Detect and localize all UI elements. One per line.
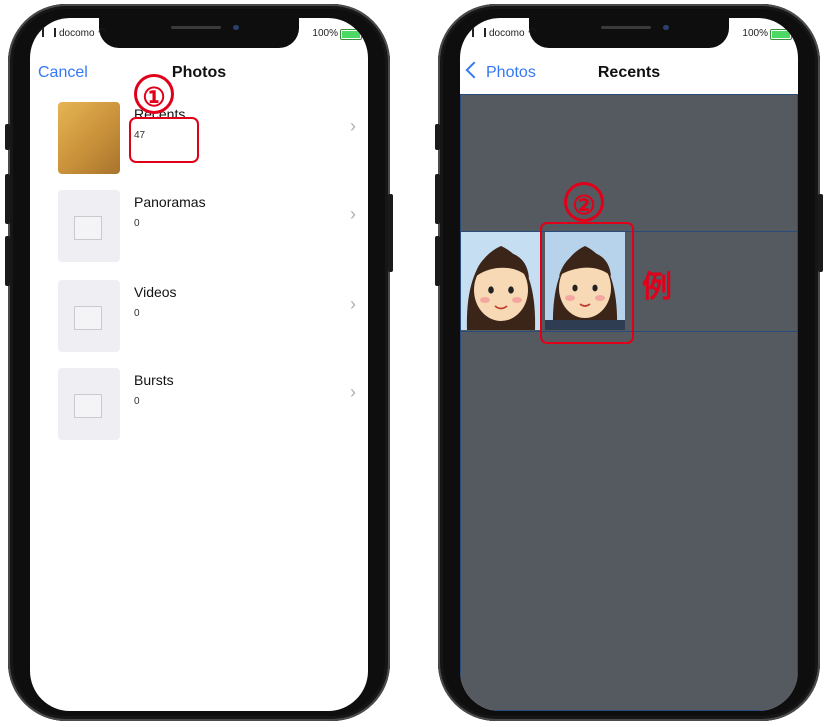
- status-bar: docomo ◠ 100%: [460, 27, 798, 46]
- album-name: Panoramas: [134, 194, 206, 210]
- power-button: [388, 194, 393, 272]
- navigation-bar: Photos Recents: [460, 58, 798, 94]
- album-row-recents[interactable]: Recents 47 ›: [58, 102, 356, 174]
- album-name: Bursts: [134, 372, 174, 388]
- mute-switch: [5, 124, 10, 150]
- step-marker-1: ①: [134, 74, 174, 114]
- example-label: 例: [642, 271, 672, 304]
- carrier-label: docomo: [489, 28, 525, 39]
- phone-left: docomo ◠ 100% Cancel Photos Recents 47 ›…: [5, 4, 393, 721]
- battery-percent: 100%: [742, 28, 768, 39]
- carrier-label: docomo: [59, 28, 95, 39]
- volume-up-button: [5, 174, 10, 224]
- album-count: 0: [134, 396, 140, 407]
- photo-thumbnail[interactable]: [461, 232, 541, 330]
- battery-icon: [770, 29, 792, 40]
- photo-grid: [460, 94, 798, 711]
- battery-percent: 100%: [312, 28, 338, 39]
- wifi-icon: ◠: [98, 27, 107, 38]
- screen-album-list: docomo ◠ 100% Cancel Photos Recents 47 ›…: [30, 18, 368, 711]
- album-placeholder-icon: [70, 390, 102, 418]
- album-row-videos[interactable]: Videos 0 ›: [58, 280, 356, 352]
- album-thumbnail: [58, 280, 120, 352]
- volume-up-button: [435, 174, 440, 224]
- album-count: 0: [134, 218, 140, 229]
- album-thumbnail: [58, 368, 120, 440]
- album-count: 0: [134, 308, 140, 319]
- mute-switch: [435, 124, 440, 150]
- selected-photo-highlight-box: [540, 222, 634, 344]
- signal-icon: [472, 28, 486, 37]
- album-placeholder-icon: [70, 302, 102, 330]
- back-button-label: Photos: [486, 64, 536, 81]
- power-button: [818, 194, 823, 272]
- volume-down-button: [435, 236, 440, 286]
- album-name: Videos: [134, 284, 177, 300]
- chevron-right-icon: ›: [350, 204, 356, 224]
- chevron-right-icon: ›: [350, 382, 356, 402]
- album-placeholder-icon: [70, 212, 102, 240]
- volume-down-button: [5, 236, 10, 286]
- album-row-panoramas[interactable]: Panoramas 0 ›: [58, 190, 356, 262]
- wifi-icon: ◠: [528, 27, 537, 38]
- navigation-bar: Cancel Photos: [30, 58, 368, 94]
- chevron-right-icon: ›: [350, 294, 356, 314]
- status-bar: docomo ◠ 100%: [30, 27, 368, 46]
- recents-highlight-box: [129, 117, 199, 163]
- chevron-left-icon: [465, 61, 483, 79]
- chevron-right-icon: ›: [350, 116, 356, 136]
- battery-icon: [340, 29, 362, 40]
- phone-right: docomo ◠ 100% Photos Recents ② 例: [435, 4, 823, 721]
- signal-icon: [42, 28, 56, 37]
- album-thumbnail: [58, 102, 120, 174]
- cancel-button[interactable]: Cancel: [38, 64, 88, 82]
- screen-recents: docomo ◠ 100% Photos Recents ② 例: [460, 18, 798, 711]
- album-row-bursts[interactable]: Bursts 0 ›: [58, 368, 356, 440]
- step-marker-2: ②: [564, 182, 604, 222]
- back-button[interactable]: Photos: [465, 61, 536, 82]
- album-thumbnail: [58, 190, 120, 262]
